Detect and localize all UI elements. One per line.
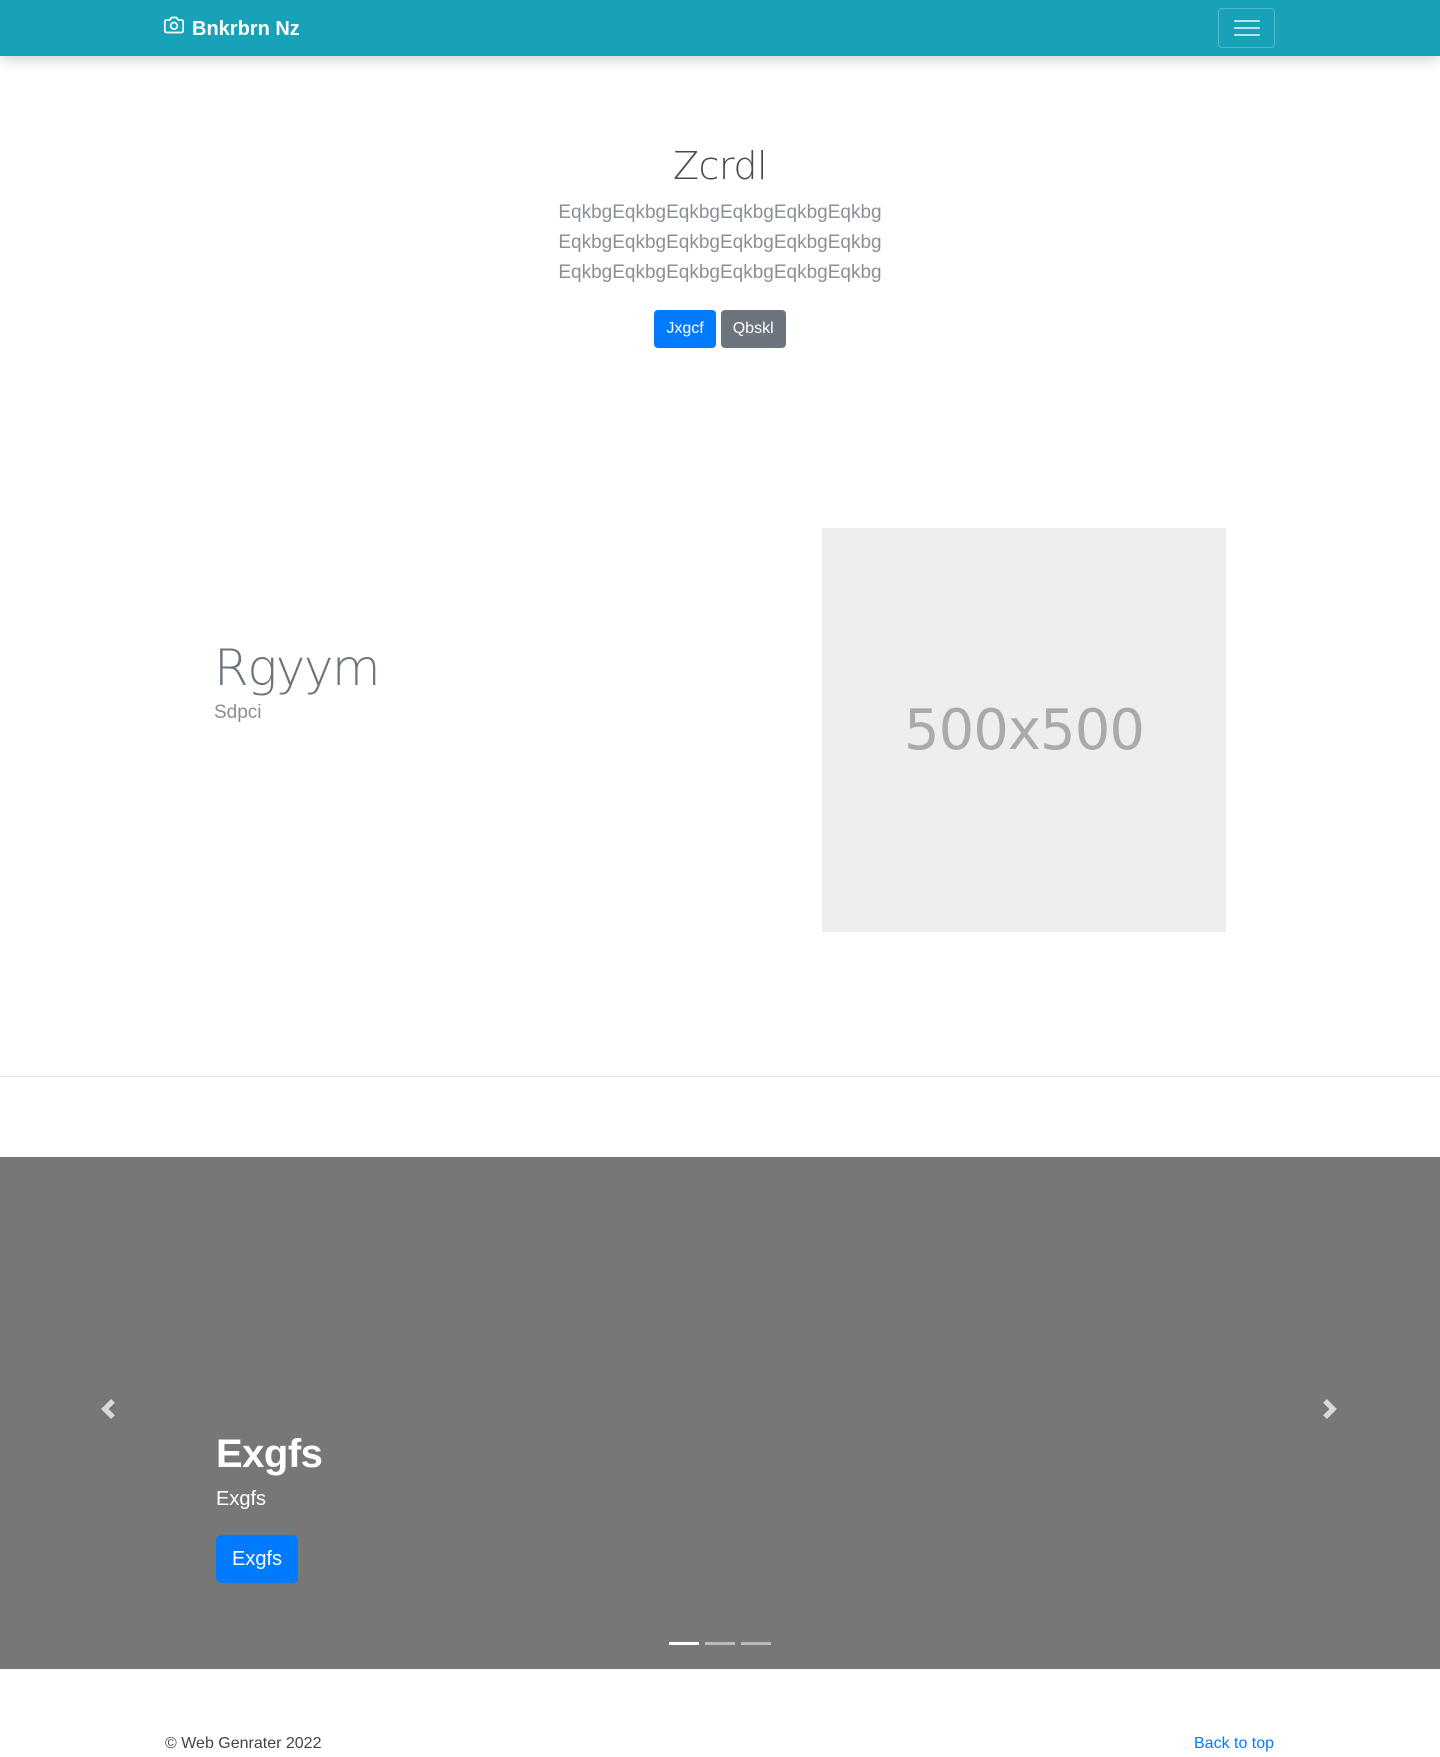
navbar: Bnkrbrn Nz	[0, 0, 1440, 56]
carousel-indicators	[0, 1642, 1440, 1645]
section-divider	[0, 1076, 1440, 1077]
footer-copyright: © Web Genrater 2022	[165, 1735, 322, 1752]
feature-text-block: Rgyym Sdpci	[214, 636, 381, 726]
carousel-caption: Exgfs Exgfs Exgfs	[216, 1429, 323, 1583]
hero-section: Zcrdl EqkbgEqkbgEqkbgEqkbgEqkbgEqkbgEqkb…	[0, 140, 1440, 348]
feature-heading: Rgyym	[214, 639, 381, 697]
carousel-caption-text: Exgfs	[216, 1488, 267, 1510]
brand-link[interactable]: Bnkrbrn Nz	[164, 15, 300, 42]
placeholder-label: 500x500	[904, 697, 1145, 763]
feature-image-placeholder: 500x500	[822, 528, 1226, 932]
chevron-right-icon	[1320, 1398, 1340, 1424]
feature-subheading: Sdpci	[214, 702, 262, 723]
hero-title: Zcrdl	[672, 144, 768, 188]
carousel-prev-button[interactable]	[78, 1381, 138, 1441]
carousel-caption-title: Exgfs	[216, 1432, 323, 1476]
hero-buttons: Jxgcf Qbskl	[0, 310, 1440, 348]
carousel: Exgfs Exgfs Exgfs	[0, 1157, 1440, 1669]
chevron-left-icon	[98, 1398, 118, 1424]
carousel-indicator-1[interactable]	[669, 1642, 699, 1645]
hamburger-icon	[1233, 18, 1260, 38]
back-to-top-link[interactable]: Back to top	[1194, 1734, 1274, 1754]
hero-primary-button[interactable]: Jxgcf	[654, 310, 716, 348]
carousel-indicator-2[interactable]	[705, 1642, 735, 1645]
navbar-toggler-button[interactable]	[1218, 8, 1275, 48]
carousel-indicator-3[interactable]	[741, 1642, 771, 1645]
brand-name: Bnkrbrn Nz	[192, 17, 300, 40]
camera-icon	[164, 15, 184, 42]
hero-lead-text: EqkbgEqkbgEqkbgEqkbgEqkbgEqkbgEqkbgEqkbg…	[558, 202, 882, 283]
carousel-caption-button[interactable]: Exgfs	[216, 1535, 299, 1583]
carousel-next-button[interactable]	[1300, 1381, 1360, 1441]
hero-secondary-button[interactable]: Qbskl	[720, 310, 786, 348]
